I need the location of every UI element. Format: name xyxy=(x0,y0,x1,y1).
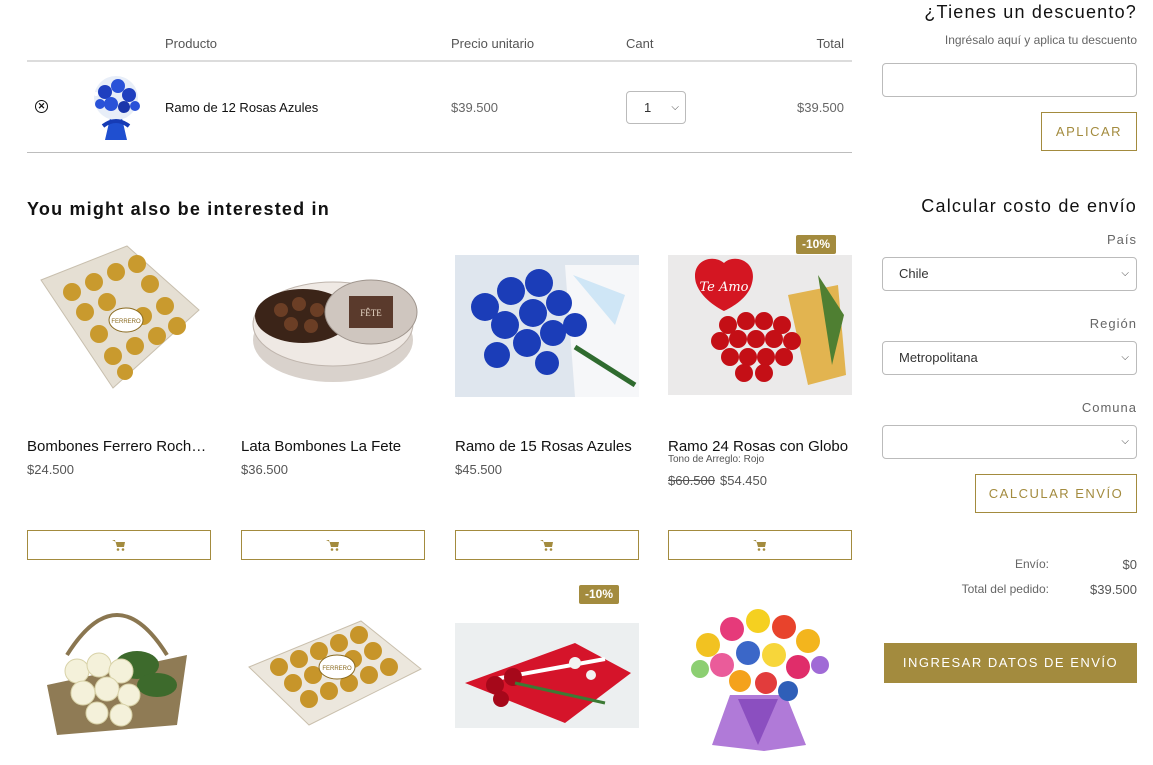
chevron-down-icon: ⌵ xyxy=(1121,352,1129,363)
add-to-cart-button[interactable] xyxy=(241,530,425,560)
balloon-text: Te Amo xyxy=(699,280,748,295)
related-products-title: You might also be interested in xyxy=(27,199,330,219)
header-unit-price: Precio unitario xyxy=(451,36,535,51)
header-qty: Cant xyxy=(626,36,654,51)
chevron-down-icon: ⌵ xyxy=(1121,436,1129,447)
add-to-cart-button[interactable] xyxy=(455,530,639,560)
chevron-down-icon: ⌵ xyxy=(671,102,679,113)
quantity-value: 1 xyxy=(644,100,652,115)
blue-roses-icon[interactable] xyxy=(455,255,639,397)
order-total-row: Total del pedido: $39.500 xyxy=(882,582,1137,600)
ferrero-box-icon[interactable]: FERRERO xyxy=(27,240,211,400)
country-select[interactable]: Chile ⌵ xyxy=(882,257,1137,291)
cart-icon xyxy=(326,540,339,551)
discount-code-input[interactable] xyxy=(882,63,1137,97)
add-to-cart-button[interactable] xyxy=(27,530,211,560)
chevron-down-icon: ⌵ xyxy=(1121,268,1129,279)
discount-badge: -10% xyxy=(579,585,620,604)
product-name[interactable]: Ramo 24 Rosas con Globo xyxy=(668,438,852,455)
product-price-group: $60.500 $54.450 xyxy=(668,473,767,488)
country-label: País xyxy=(1106,232,1137,247)
cart-icon xyxy=(112,540,125,551)
apply-discount-button[interactable]: APLICAR xyxy=(1041,112,1137,151)
add-to-cart-button[interactable] xyxy=(668,530,852,560)
product-price: $24.500 xyxy=(27,462,74,477)
commune-label: Comuna xyxy=(1081,400,1137,415)
mixed-flowers-icon[interactable] xyxy=(668,595,852,753)
region-select[interactable]: Metropolitana ⌵ xyxy=(882,341,1137,375)
discount-title: ¿Tienes un descuento? xyxy=(924,2,1137,22)
remove-item-icon[interactable]: ✕ xyxy=(35,100,48,113)
header-product: Producto xyxy=(165,36,218,51)
cart-icon xyxy=(540,540,553,551)
svg-text:FERRERO: FERRERO xyxy=(322,666,352,672)
order-total-label: Total del pedido: xyxy=(961,582,1049,596)
chocolate-tin-icon[interactable]: FÊTE xyxy=(241,240,425,400)
product-price: $54.450 xyxy=(720,473,767,488)
red-roses-balloon-icon[interactable]: Te Amo xyxy=(668,255,852,395)
cart-icon xyxy=(753,540,766,551)
product-old-price: $60.500 xyxy=(668,473,715,488)
cart-table: Producto Precio unitario Cant Total ✕ Ra… xyxy=(27,0,852,153)
discount-badge: -10% xyxy=(796,235,837,254)
shipping-title: Calcular costo de envío xyxy=(921,196,1137,216)
region-label: Región xyxy=(1089,316,1137,331)
shipping-cost-row: Envío: $0 xyxy=(882,557,1137,575)
country-value: Chile xyxy=(899,266,929,281)
cart-table-header: Producto Precio unitario Cant Total xyxy=(27,0,852,62)
header-total: Total xyxy=(816,36,844,51)
product-name[interactable]: Lata Bombones La Fete xyxy=(241,438,425,455)
product-price: $45.500 xyxy=(455,462,502,477)
product-name[interactable]: Ramo de 15 Rosas Azules xyxy=(455,438,639,455)
shipping-cost-value: $0 xyxy=(1122,557,1137,572)
blue-roses-thumbnail-icon[interactable] xyxy=(83,74,149,142)
enter-shipping-details-button[interactable]: INGRESAR DATOS DE ENVÍO xyxy=(884,643,1137,683)
shipping-cost-label: Envío: xyxy=(1014,557,1049,571)
product-attribute: Tono de Arreglo: Rojo xyxy=(668,454,765,465)
white-roses-basket-icon[interactable] xyxy=(27,595,211,741)
svg-text:FERRERO: FERRERO xyxy=(111,319,141,325)
cart-item-total: $39.500 xyxy=(797,100,844,115)
product-name[interactable]: Bombones Ferrero Rocher x 16 xyxy=(27,438,211,455)
ferrero-tray-icon[interactable]: FERRERO xyxy=(241,595,425,735)
product-price: $36.500 xyxy=(241,462,288,477)
cart-item-unit-price: $39.500 xyxy=(451,100,498,115)
calculate-shipping-button[interactable]: CALCULAR ENVÍO xyxy=(975,474,1137,513)
commune-select[interactable]: ⌵ xyxy=(882,425,1137,459)
red-roses-bouquet-icon[interactable] xyxy=(455,623,639,728)
cart-row: ✕ Ramo de 12 Rosas Azules $39.500 1 ⌵ $3… xyxy=(27,62,852,153)
region-value: Metropolitana xyxy=(899,350,978,365)
cart-item-name[interactable]: Ramo de 12 Rosas Azules xyxy=(165,100,318,115)
discount-subtitle: Ingrésalo aquí y aplica tu descuento xyxy=(944,33,1137,47)
quantity-select[interactable]: 1 ⌵ xyxy=(626,91,686,124)
order-total-value: $39.500 xyxy=(1090,582,1137,597)
svg-text:FÊTE: FÊTE xyxy=(360,308,382,318)
